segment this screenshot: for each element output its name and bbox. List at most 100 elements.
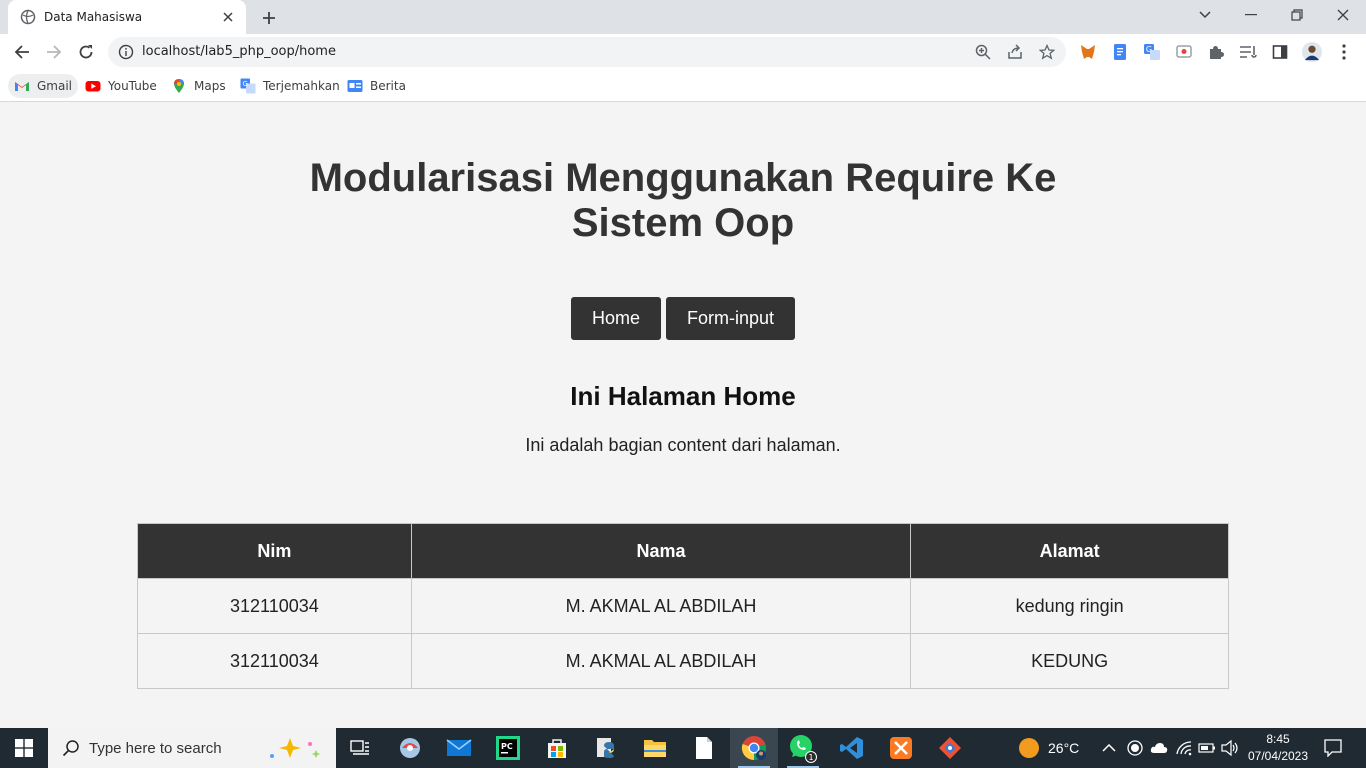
info-icon[interactable]	[118, 44, 134, 60]
microsoft-store-icon[interactable]	[533, 728, 581, 768]
gmail-icon	[14, 78, 30, 94]
weather-widget[interactable]: 26°C	[1018, 728, 1079, 768]
app-snipping-icon[interactable]	[386, 728, 434, 768]
chrome-menu-icon[interactable]	[1334, 42, 1354, 62]
side-panel-icon[interactable]	[1270, 42, 1290, 62]
notification-center-icon[interactable]	[1324, 728, 1342, 768]
close-window-icon[interactable]	[1320, 0, 1366, 30]
reload-icon[interactable]	[74, 40, 98, 64]
mahasiswa-table: Nim Nama Alamat 312110034 M. AKMAL AL AB…	[137, 523, 1229, 689]
address-bar[interactable]: localhost/lab5_php_oop/home	[108, 37, 1066, 67]
globe-icon	[20, 9, 36, 25]
bookmark-gmail[interactable]: Gmail	[8, 74, 79, 98]
cell-nim: 312110034	[137, 578, 412, 634]
bookmark-youtube[interactable]: YouTube	[79, 74, 163, 98]
url-text[interactable]: localhost/lab5_php_oop/home	[142, 44, 336, 59]
page-body: Modularisasi Menggunakan Require Ke Sist…	[0, 102, 1366, 728]
weather-temp: 26°C	[1048, 740, 1080, 756]
sparkle-icon	[266, 736, 326, 760]
svg-text:G: G	[1146, 45, 1152, 54]
reading-list-icon[interactable]	[1238, 42, 1258, 62]
bookmarks-bar: Gmail YouTube Maps G Terjemahkan Berita	[0, 70, 1366, 102]
windows-start-icon[interactable]	[0, 728, 48, 768]
column-header-nim: Nim	[137, 523, 412, 579]
bookmark-terjemahkan[interactable]: G Terjemahkan	[234, 74, 346, 98]
nav-home-button[interactable]: Home	[570, 297, 661, 340]
forward-icon[interactable]	[42, 40, 66, 64]
pycharm-icon[interactable]: PC	[484, 728, 532, 768]
zoom-icon[interactable]	[974, 43, 992, 61]
bookmark-label: Gmail	[37, 79, 73, 93]
git-gui-icon[interactable]	[926, 728, 974, 768]
wifi-icon[interactable]	[1175, 728, 1193, 768]
tab-title: Data Mahasiswa	[44, 10, 143, 24]
screen-capture-icon[interactable]	[1174, 42, 1194, 62]
chrome-taskbar-icon[interactable]	[730, 728, 778, 768]
table-row: 312110034 M. AKMAL AL ABDILAH kedung rin…	[137, 578, 1229, 634]
notepad-icon[interactable]	[680, 728, 728, 768]
battery-icon[interactable]	[1198, 728, 1216, 768]
column-header-nama: Nama	[410, 523, 912, 579]
browser-tab[interactable]: Data Mahasiswa	[8, 0, 246, 34]
mail-icon[interactable]	[435, 728, 483, 768]
whatsapp-icon[interactable]: 1	[779, 728, 827, 768]
cell-alamat: KEDUNG	[910, 633, 1229, 689]
profile-avatar[interactable]	[1302, 42, 1322, 62]
table-header-row: Nim Nama Alamat	[137, 523, 1229, 579]
search-placeholder: Type here to search	[89, 739, 222, 757]
sun-icon	[1018, 737, 1040, 759]
xampp-icon[interactable]	[877, 728, 925, 768]
browser-toolbar: localhost/lab5_php_oop/home G	[0, 34, 1366, 70]
tab-search-icon[interactable]	[1182, 0, 1228, 30]
minimize-icon[interactable]	[1228, 0, 1274, 30]
metamask-icon[interactable]	[1078, 42, 1098, 62]
column-header-alamat: Alamat	[910, 523, 1229, 579]
main-nav: Home Form-input	[0, 297, 1366, 340]
bookmark-label: Terjemahkan	[263, 79, 340, 93]
maps-icon	[171, 78, 187, 94]
cell-nama: M. AKMAL AL ABDILAH	[410, 578, 912, 634]
table-row: 312110034 M. AKMAL AL ABDILAH KEDUNG	[137, 633, 1229, 689]
bookmark-label: Berita	[370, 79, 406, 93]
bookmark-berita[interactable]: Berita	[341, 74, 412, 98]
translate-icon: G	[240, 78, 256, 94]
news-icon	[347, 78, 363, 94]
cell-nim: 312110034	[137, 633, 412, 689]
close-tab-icon[interactable]	[220, 9, 236, 25]
onedrive-cloud-icon[interactable]	[1150, 728, 1168, 768]
youtube-icon	[85, 78, 101, 94]
share-icon[interactable]	[1006, 43, 1024, 61]
clock-date: 07/04/2023	[1247, 749, 1309, 763]
new-tab-icon[interactable]	[258, 7, 280, 29]
translate-extension-icon[interactable]: G	[1142, 42, 1162, 62]
docs-extension-icon[interactable]	[1110, 42, 1130, 62]
clock-time: 8:45	[1266, 732, 1290, 746]
puzzle-extensions-icon[interactable]	[1206, 42, 1226, 62]
tab-strip: Data Mahasiswa	[0, 0, 1366, 34]
record-icon[interactable]	[1127, 728, 1143, 768]
bookmark-label: Maps	[194, 79, 226, 93]
file-explorer-icon[interactable]	[631, 728, 679, 768]
volume-icon[interactable]	[1221, 728, 1239, 768]
task-view-icon[interactable]	[336, 728, 384, 768]
bookmark-label: YouTube	[108, 79, 157, 93]
taskbar-search-box[interactable]: Type here to search	[48, 728, 336, 768]
python-files-icon[interactable]	[582, 728, 630, 768]
nav-form-input-button[interactable]: Form-input	[665, 297, 796, 340]
bookmark-star-icon[interactable]	[1038, 43, 1056, 61]
whatsapp-badge: 1	[808, 753, 813, 762]
taskbar: Type here to search PC 1 26°C 8:45 07/04…	[0, 728, 1366, 768]
content-text: Ini adalah bagian content dari halaman.	[525, 435, 841, 455]
back-icon[interactable]	[10, 40, 34, 64]
taskbar-clock[interactable]: 8:45 07/04/2023	[1242, 731, 1314, 765]
page-title: Modularisasi Menggunakan Require Ke Sist…	[309, 156, 1057, 245]
bookmark-maps[interactable]: Maps	[165, 74, 232, 98]
show-hidden-icons[interactable]	[1102, 728, 1116, 768]
search-icon	[62, 739, 80, 757]
svg-text:PC: PC	[501, 742, 513, 751]
svg-text:G: G	[242, 80, 247, 88]
content-heading: Ini Halaman Home	[570, 381, 796, 411]
vscode-icon[interactable]	[828, 728, 876, 768]
restore-icon[interactable]	[1274, 0, 1320, 30]
cell-alamat: kedung ringin	[910, 578, 1229, 634]
